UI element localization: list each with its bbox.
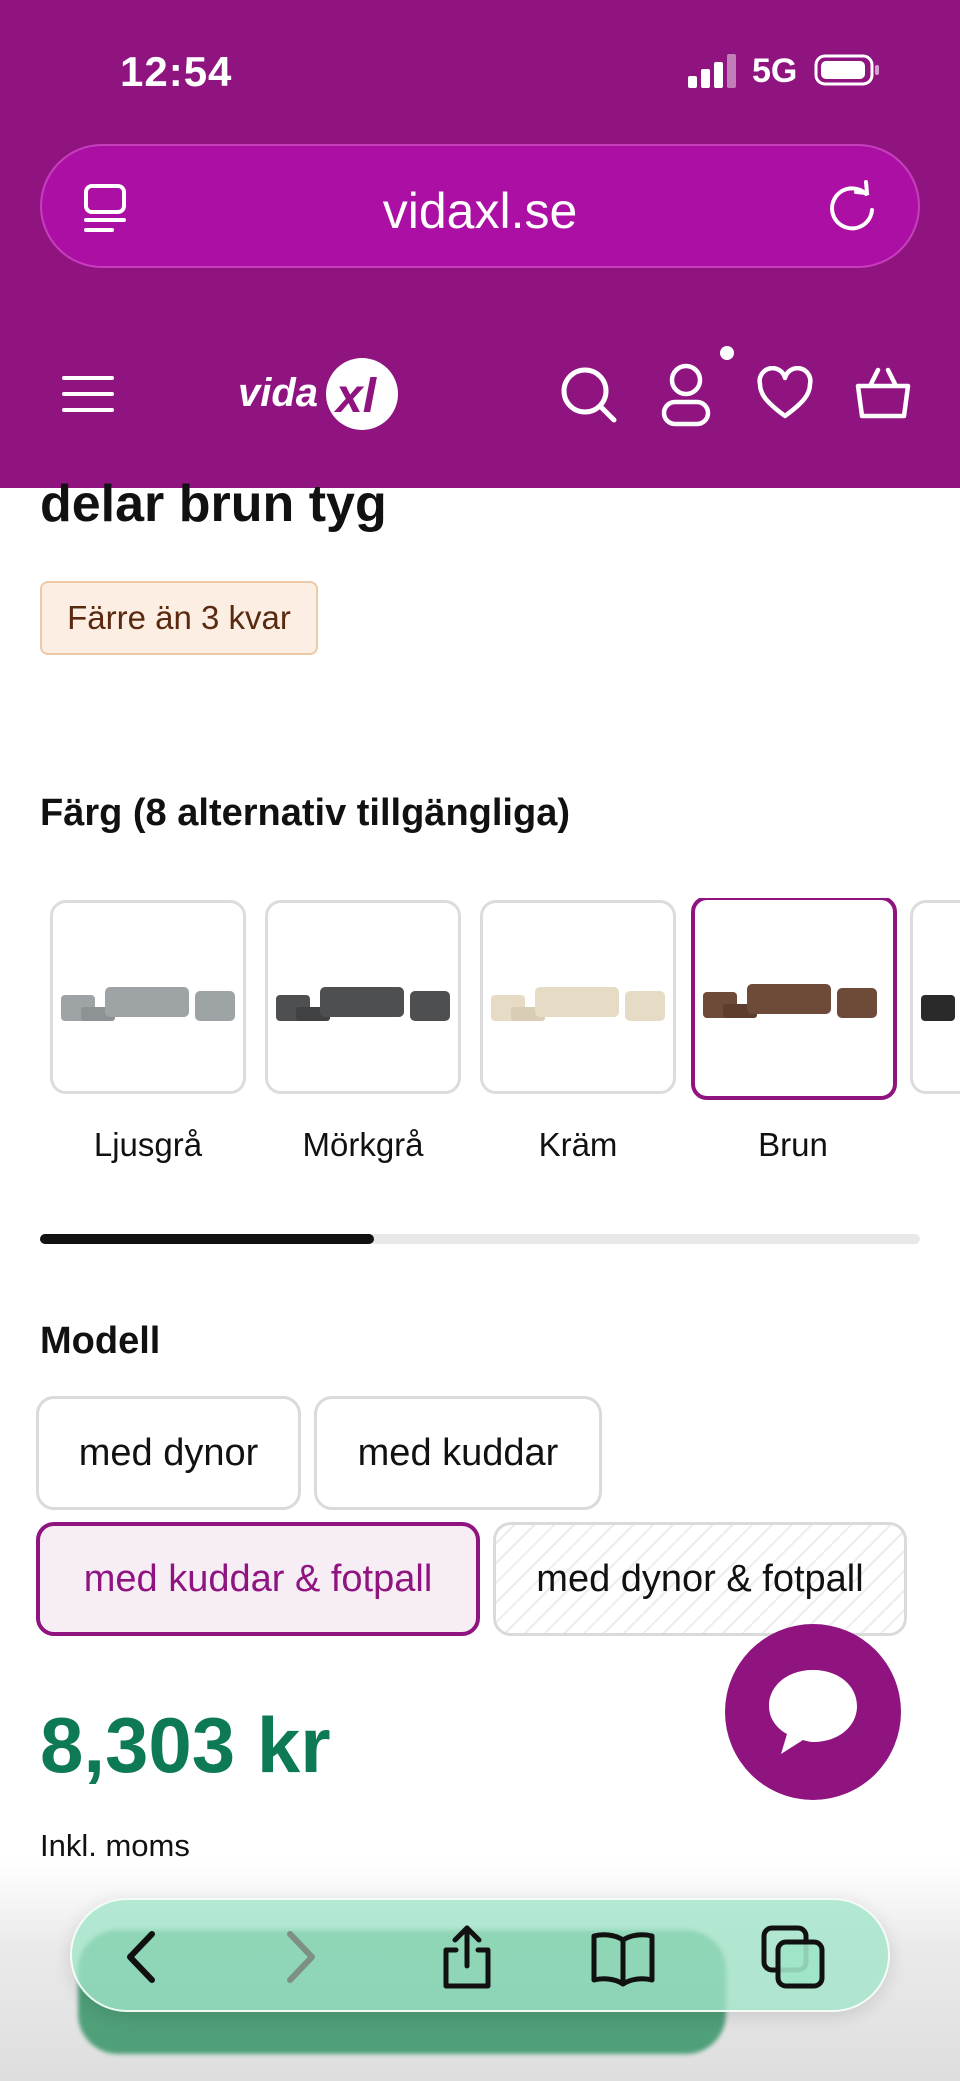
chat-bubble-icon: [769, 1670, 857, 1754]
swatch-label: Mörkgrå: [302, 1126, 424, 1163]
address-bar[interactable]: vidaxl.se: [40, 144, 920, 268]
sofa-set-thumbnail: [61, 987, 235, 1021]
color-carousel-scrollbar[interactable]: [40, 1234, 920, 1244]
cellular-signal-icon: [688, 54, 736, 88]
sofa-set-thumbnail: [276, 987, 450, 1021]
swatch-image-frame[interactable]: [50, 900, 246, 1094]
svg-text:vida: vida: [238, 371, 318, 415]
sofa-set-thumbnail: [491, 987, 665, 1021]
status-bar: 12:54 5G: [0, 0, 960, 140]
sofa-set-thumbnail: [703, 984, 877, 1018]
reload-icon[interactable]: [822, 176, 882, 236]
wishlist-heart-icon[interactable]: [756, 366, 814, 422]
forward-arrow-icon[interactable]: [266, 1924, 332, 1990]
account-icon[interactable]: [660, 360, 712, 428]
bookmarks-icon[interactable]: [590, 1924, 656, 1990]
swatch-label: Brun: [758, 1126, 828, 1163]
share-icon[interactable]: [434, 1924, 500, 1990]
cart-basket-icon[interactable]: [852, 362, 914, 424]
color-swatch-morkgra[interactable]: Mörkgrå: [265, 898, 461, 1163]
hamburger-menu-icon[interactable]: [60, 370, 116, 418]
model-option-med-dynor-fotpall[interactable]: med dynor & fotpall: [493, 1522, 907, 1636]
vat-note: Inkl. moms: [40, 1828, 190, 1863]
color-swatch-ljusgra[interactable]: Ljusgrå: [50, 898, 246, 1163]
status-time: 12:54: [120, 48, 233, 95]
color-swatch-next[interactable]: [910, 898, 960, 1098]
model-option-med-kuddar-fotpall[interactable]: med kuddar & fotpall: [36, 1522, 480, 1636]
stock-badge: Färre än 3 kvar: [40, 581, 318, 655]
vidaxl-logo[interactable]: vida xl: [236, 354, 400, 434]
swatch-image-frame[interactable]: [910, 900, 960, 1094]
color-section-label: Färg (8 alternativ tillgängliga): [40, 792, 570, 834]
swatch-image-frame[interactable]: [691, 898, 897, 1100]
notification-dot: [720, 346, 734, 360]
swatch-label: Ljusgrå: [93, 1126, 203, 1163]
color-swatch-brun[interactable]: Brun: [691, 898, 897, 1163]
search-icon[interactable]: [558, 364, 620, 426]
chat-button[interactable]: [725, 1624, 901, 1800]
network-type: 5G: [752, 52, 798, 90]
tabs-icon[interactable]: [760, 1924, 826, 1990]
back-arrow-icon[interactable]: [110, 1924, 176, 1990]
site-nav: vida xl: [0, 340, 960, 450]
swatch-label: Kräm: [538, 1126, 618, 1163]
url-text[interactable]: vidaxl.se: [42, 182, 918, 240]
model-option-med-kuddar[interactable]: med kuddar: [314, 1396, 602, 1510]
color-swatch-carousel[interactable]: Ljusgrå Mörkgrå Kräm Brun: [40, 898, 960, 1178]
sofa-set-thumbnail: [921, 995, 955, 1021]
browser-toolbar: [70, 1898, 890, 2012]
svg-text:xl: xl: [333, 370, 378, 423]
battery-icon: [814, 54, 879, 86]
swatch-image-frame[interactable]: [480, 900, 676, 1094]
product-price: 8,303 kr: [40, 1701, 331, 1789]
model-option-med-dynor[interactable]: med dynor: [36, 1396, 301, 1510]
site-header-band: 12:54 5G vidaxl.se vida xl: [0, 0, 960, 488]
model-section-label: Modell: [40, 1320, 161, 1362]
color-swatch-kram[interactable]: Kräm: [480, 898, 676, 1163]
product-title: delar brun tyg: [40, 475, 387, 533]
swatch-image-frame[interactable]: [265, 900, 461, 1094]
scrollbar-thumb[interactable]: [40, 1234, 375, 1244]
